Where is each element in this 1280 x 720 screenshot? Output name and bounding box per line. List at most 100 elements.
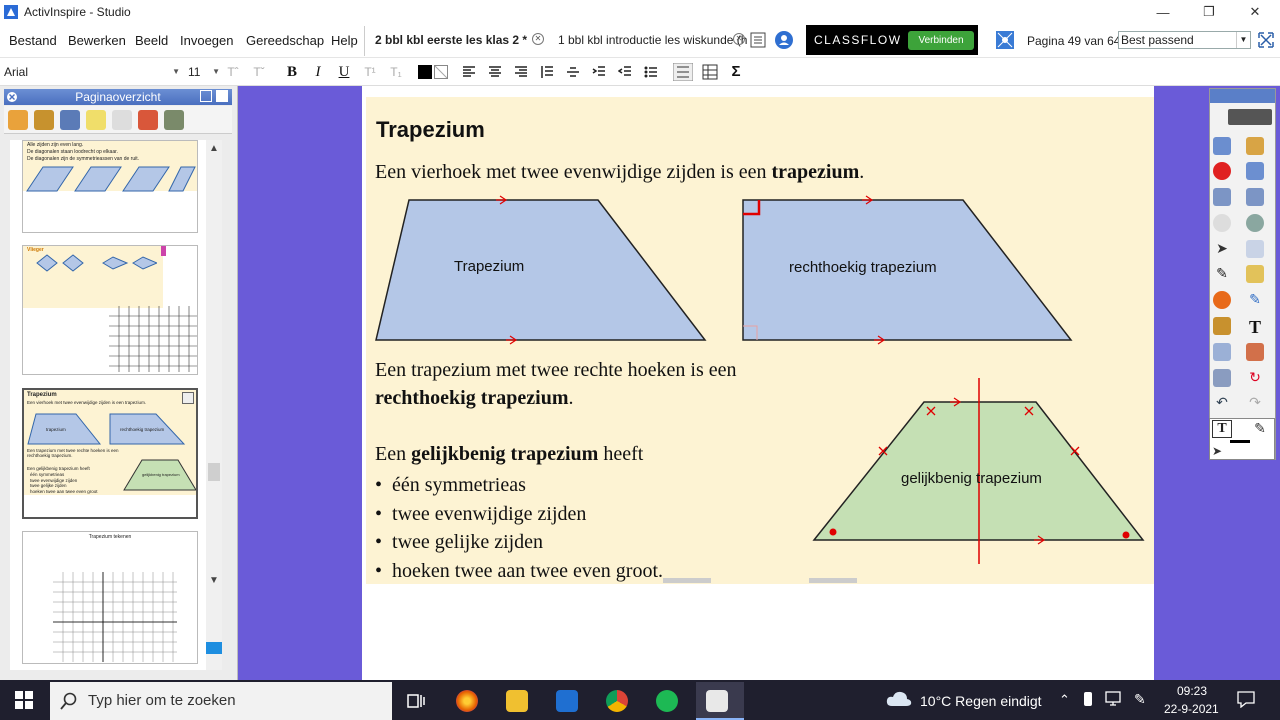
activinspire-icon[interactable] — [706, 690, 728, 712]
pen-icon[interactable]: ✎ — [1213, 265, 1231, 283]
page-thumbnail[interactable]: Trapezium tekenen — [22, 531, 198, 664]
undo-icon[interactable]: ↶ — [1213, 394, 1231, 412]
menu-gereedschap[interactable]: Gereedschap — [246, 33, 324, 48]
italic-icon[interactable]: I — [310, 63, 326, 81]
tab-active[interactable]: 2 bbl kbl eerste les klas 2 * — [375, 33, 527, 47]
text-lower-icon[interactable]: T₁ — [388, 63, 404, 81]
highlight-none-icon[interactable] — [434, 65, 448, 79]
bullet-list-icon[interactable] — [644, 65, 658, 79]
connect-button[interactable]: Verbinden — [908, 31, 974, 50]
subscript-icon[interactable]: Tˇ — [250, 63, 268, 81]
align-center-icon[interactable] — [488, 65, 502, 79]
page-thumbnail-selected[interactable]: Trapezium Een vierhoek met twee evenwijd… — [22, 388, 198, 519]
tab-close-icon[interactable]: ✕ — [532, 33, 544, 45]
pointer-mode-icon[interactable]: ➤ — [1212, 444, 1226, 458]
text-color-swatch[interactable] — [418, 65, 432, 79]
page-list-icon[interactable] — [750, 32, 766, 48]
marker-icon[interactable]: ✎ — [1246, 291, 1264, 309]
scroll-thumb[interactable] — [208, 463, 220, 481]
text-tool-icon[interactable]: T — [1246, 317, 1264, 337]
outdent-icon[interactable] — [618, 65, 632, 79]
clock-time[interactable]: 09:23 — [1177, 684, 1207, 698]
reset-icon[interactable]: ↻ — [1246, 369, 1264, 387]
file-explorer-icon[interactable] — [506, 690, 528, 712]
globe-icon[interactable] — [1246, 214, 1264, 232]
font-select[interactable]: Arial ▼ — [2, 62, 182, 82]
scroll-up-icon[interactable]: ▲ — [209, 143, 219, 154]
pen-tray-icon[interactable]: ✎ — [1134, 691, 1146, 708]
menu-help[interactable]: Help — [331, 33, 358, 48]
weather-text[interactable]: 10°C Regen eindigt — [920, 693, 1042, 709]
windows-start-icon[interactable] — [15, 691, 33, 709]
close-icon[interactable]: ✕ — [1232, 0, 1278, 24]
page-browser-icon[interactable] — [8, 110, 28, 130]
panel-dock-icon[interactable] — [216, 90, 228, 102]
flask-icon[interactable] — [1213, 369, 1231, 387]
user-icon[interactable] — [774, 30, 794, 50]
panel-pin-icon[interactable] — [200, 90, 212, 102]
next-page-icon[interactable] — [1246, 188, 1264, 206]
pencil-mode-icon[interactable]: ✎ — [1250, 420, 1270, 438]
menu-invoegen[interactable]: Invoegen — [180, 33, 234, 48]
zoom-slider[interactable] — [206, 642, 222, 654]
align-right-icon[interactable] — [514, 65, 528, 79]
redo-icon[interactable]: ↷ — [1246, 394, 1264, 412]
panel-close-icon[interactable] — [6, 91, 18, 103]
trapezium-shape[interactable] — [375, 199, 707, 341]
color-icon[interactable] — [1213, 291, 1231, 309]
zoom-select[interactable]: Best passend ▼ — [1118, 31, 1251, 49]
magic-icon[interactable] — [1246, 240, 1264, 258]
task-view-icon[interactable] — [407, 692, 425, 710]
text-raise-icon[interactable]: T¹ — [362, 63, 378, 81]
indent-icon[interactable] — [592, 65, 606, 79]
outlook-icon[interactable] — [556, 690, 578, 712]
shapes-icon[interactable] — [1246, 343, 1264, 361]
align-left-icon[interactable] — [462, 65, 476, 79]
chevron-up-icon[interactable]: ⌃ — [1059, 692, 1070, 708]
minimize-icon[interactable]: — — [1140, 0, 1186, 24]
taskbar-search[interactable]: Typ hier om te zoeken — [50, 682, 392, 720]
thumbnail-scrollbar[interactable] — [206, 140, 222, 670]
line-width-indicator[interactable] — [1230, 440, 1250, 443]
drag-handle[interactable] — [663, 578, 711, 583]
network-tray-icon[interactable] — [1104, 691, 1122, 707]
object-browser-icon[interactable] — [60, 110, 80, 130]
toolbox-menu-icon[interactable] — [1228, 109, 1272, 125]
chrome-icon[interactable] — [606, 690, 628, 712]
bold-icon[interactable]: B — [284, 63, 300, 81]
page-thumbnail[interactable]: Alle zijden zijn even lang. De diagonale… — [22, 140, 198, 233]
prev-page-icon[interactable] — [1213, 188, 1231, 206]
underline-icon[interactable]: U — [335, 63, 353, 81]
spotify-icon[interactable] — [656, 690, 678, 712]
eraser-icon[interactable] — [1213, 317, 1231, 335]
thumb-menu-icon[interactable] — [182, 392, 194, 404]
page-thumbnail[interactable]: Vlieger — [22, 245, 198, 375]
superscript-icon[interactable]: Tˆ — [224, 63, 242, 81]
scroll-down-icon[interactable]: ▼ — [209, 575, 219, 586]
table-icon[interactable] — [702, 64, 718, 80]
notification-icon[interactable] — [1237, 690, 1255, 708]
actions-icon[interactable] — [138, 110, 158, 130]
equation-icon[interactable]: Σ — [728, 63, 744, 81]
notes-icon[interactable] — [86, 110, 106, 130]
record-icon[interactable] — [1213, 162, 1231, 180]
menu-beeld[interactable]: Beeld — [135, 33, 168, 48]
highlighter-icon[interactable] — [1246, 265, 1264, 283]
usb-icon[interactable] — [1084, 692, 1092, 706]
font-size-select[interactable]: 11 ▼ — [186, 62, 220, 82]
profile-icon[interactable] — [1246, 137, 1264, 155]
menu-bestand[interactable]: Bestand — [9, 33, 57, 48]
network-icon[interactable] — [996, 31, 1014, 49]
line-spacing-icon[interactable] — [540, 65, 554, 79]
select-icon[interactable]: ➤ — [1213, 240, 1231, 258]
clock-icon[interactable] — [1213, 214, 1231, 232]
resource-library-icon[interactable] — [34, 110, 54, 130]
drag-handle[interactable] — [809, 578, 857, 583]
clock-date[interactable]: 22-9-2021 — [1164, 702, 1219, 716]
properties-icon[interactable] — [112, 110, 132, 130]
menu-bewerken[interactable]: Bewerken — [68, 33, 126, 48]
restore-icon[interactable]: ❐ — [1186, 0, 1232, 24]
tab-inactive[interactable]: 1 bbl kbl introductie les wiskunde (h — [558, 33, 747, 47]
voting-icon[interactable] — [164, 110, 184, 130]
dual-user-icon[interactable] — [1246, 162, 1264, 180]
